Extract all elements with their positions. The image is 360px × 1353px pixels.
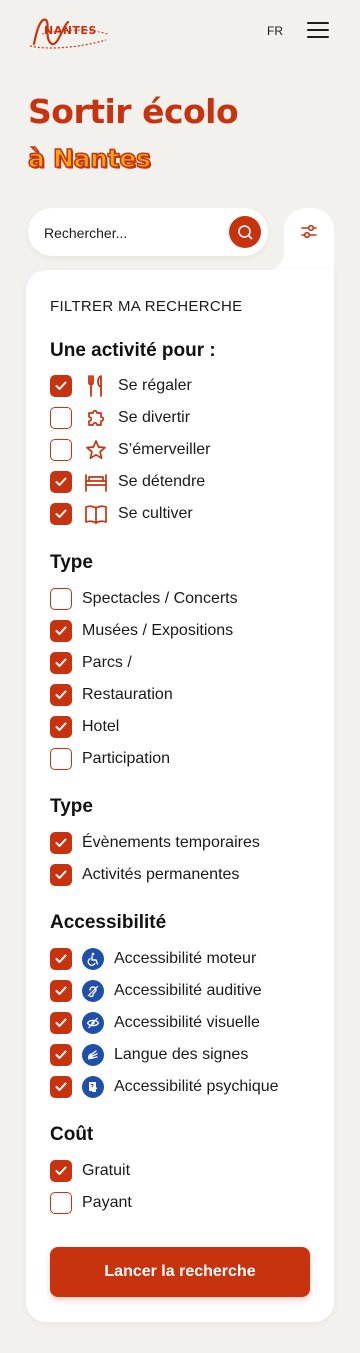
- launch-search-button[interactable]: Lancer la recherche: [50, 1247, 310, 1297]
- checkbox-checked[interactable]: [50, 1160, 72, 1182]
- option-parcs[interactable]: Parcs /: [50, 651, 132, 675]
- bed-icon: [84, 470, 108, 494]
- checkbox-checked[interactable]: [50, 375, 72, 397]
- fork-knife-icon: [84, 374, 108, 398]
- checkbox-checked[interactable]: [50, 1076, 72, 1098]
- search-input[interactable]: [44, 222, 224, 244]
- option-label: Langue des signes: [114, 1046, 249, 1063]
- option-evenements-temporaires[interactable]: Évènements temporaires: [50, 831, 260, 855]
- option-label: Participation: [82, 750, 171, 767]
- option-label: Parcs /: [82, 654, 132, 671]
- option-s-emerveiller[interactable]: S’émerveiller: [50, 438, 210, 462]
- option-spectacles[interactable]: Spectacles / Concerts: [50, 587, 238, 611]
- option-se-cultiver[interactable]: Se cultiver: [50, 502, 193, 526]
- wheelchair-icon: [82, 948, 104, 970]
- option-accessibilite-visuelle[interactable]: Accessibilité visuelle: [50, 1011, 260, 1035]
- option-label: Se régaler: [118, 377, 192, 394]
- checkbox-checked[interactable]: [50, 471, 72, 493]
- option-label: Se cultiver: [118, 505, 193, 522]
- option-se-divertir[interactable]: Se divertir: [50, 406, 190, 430]
- checkbox-checked[interactable]: [50, 684, 72, 706]
- checkbox-unchecked[interactable]: [50, 748, 72, 770]
- option-musees[interactable]: Musées / Expositions: [50, 619, 233, 643]
- search-icon: [238, 225, 253, 240]
- checkbox-unchecked[interactable]: [50, 588, 72, 610]
- section-title-activite: Une activité pour :: [50, 340, 216, 361]
- sliders-icon: [301, 224, 317, 239]
- star-icon: [84, 438, 108, 462]
- puzzle-icon: [84, 406, 108, 430]
- checkbox-checked[interactable]: [50, 716, 72, 738]
- option-label: Accessibilité psychique: [114, 1078, 279, 1095]
- checkbox-checked[interactable]: [50, 620, 72, 642]
- section-title-type-duree: Type: [50, 796, 93, 817]
- option-label: Accessibilité auditive: [114, 982, 262, 999]
- checkbox-unchecked[interactable]: [50, 439, 72, 461]
- option-label: Payant: [82, 1194, 132, 1211]
- checkbox-checked[interactable]: [50, 948, 72, 970]
- checkbox-checked[interactable]: [50, 1012, 72, 1034]
- ear-icon: [82, 980, 104, 1002]
- option-label: Accessibilité visuelle: [114, 1014, 260, 1031]
- option-label: Spectacles / Concerts: [82, 590, 238, 607]
- option-label: S’émerveiller: [118, 441, 211, 458]
- checkbox-unchecked[interactable]: [50, 1192, 72, 1214]
- filter-toggle-button[interactable]: [284, 208, 334, 272]
- menu-icon[interactable]: [307, 22, 329, 40]
- option-label: Gratuit: [82, 1162, 131, 1179]
- checkbox-checked[interactable]: [50, 832, 72, 854]
- filter-panel: FILTRER MA RECHERCHE Une activité pour :…: [26, 270, 334, 1322]
- option-label: Se divertir: [118, 409, 191, 426]
- option-label: Musées / Expositions: [82, 622, 234, 639]
- language-switch[interactable]: FR: [267, 24, 283, 38]
- option-restauration[interactable]: Restauration: [50, 683, 173, 707]
- option-hotel[interactable]: Hotel: [50, 715, 119, 739]
- filter-panel-title: FILTRER MA RECHERCHE: [50, 298, 243, 315]
- checkbox-checked[interactable]: [50, 1044, 72, 1066]
- panel-corner: [264, 252, 284, 272]
- sign-language-icon: [82, 1044, 104, 1066]
- eye-slash-icon: [82, 1012, 104, 1034]
- head-icon: [82, 1076, 104, 1098]
- option-accessibilite-psychique[interactable]: Accessibilité psychique: [50, 1075, 279, 1099]
- option-accessibilite-auditive[interactable]: Accessibilité auditive: [50, 979, 262, 1003]
- option-accessibilite-moteur[interactable]: Accessibilité moteur: [50, 947, 256, 971]
- checkbox-checked[interactable]: [50, 503, 72, 525]
- option-label: Évènements temporaires: [82, 834, 260, 851]
- search-bar: [28, 208, 268, 256]
- option-activites-permanentes[interactable]: Activités permanentes: [50, 863, 239, 887]
- option-langue-des-signes[interactable]: Langue des signes: [50, 1043, 248, 1067]
- option-label: Hotel: [82, 718, 120, 735]
- section-title-type: Type: [50, 552, 93, 573]
- option-label: Accessibilité moteur: [114, 950, 257, 967]
- option-gratuit[interactable]: Gratuit: [50, 1159, 130, 1183]
- header: NANTES FR: [0, 0, 360, 64]
- option-label: Se détendre: [118, 473, 206, 490]
- option-label: Activités permanentes: [82, 866, 240, 883]
- option-payant[interactable]: Payant: [50, 1191, 132, 1215]
- page-title: Sortir écolo: [28, 92, 239, 131]
- checkbox-unchecked[interactable]: [50, 407, 72, 429]
- option-se-detendre[interactable]: Se détendre: [50, 470, 205, 494]
- book-icon: [84, 502, 108, 526]
- section-title-accessibilite: Accessibilité: [50, 912, 167, 933]
- checkbox-checked[interactable]: [50, 864, 72, 886]
- checkbox-checked[interactable]: [50, 652, 72, 674]
- page-subtitle: à Nantes: [27, 143, 151, 174]
- search-button[interactable]: [229, 216, 261, 248]
- logo-text: NANTES: [44, 24, 97, 37]
- option-se-regaler[interactable]: Se régaler: [50, 374, 192, 398]
- checkbox-checked[interactable]: [50, 980, 72, 1002]
- section-title-cout: Coût: [50, 1124, 94, 1145]
- option-participation[interactable]: Participation: [50, 747, 170, 771]
- option-label: Restauration: [82, 686, 173, 703]
